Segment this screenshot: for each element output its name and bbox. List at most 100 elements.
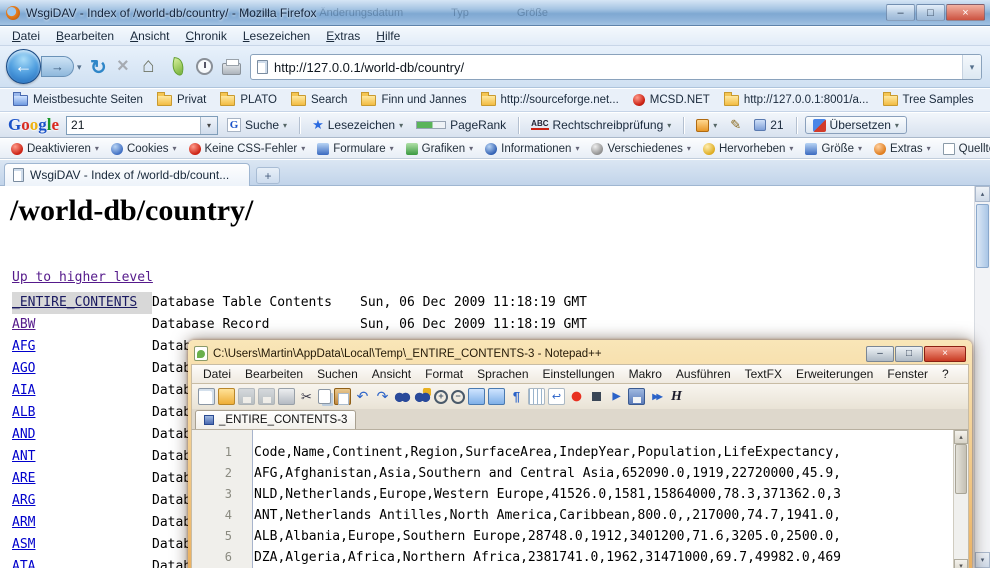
- print-icon[interactable]: [278, 388, 295, 405]
- minimize-button[interactable]: –: [866, 346, 894, 362]
- google-spellcheck-button[interactable]: ABC Rechtschreibprüfung ▾: [527, 117, 675, 133]
- editor-line[interactable]: 1Code,Name,Continent,Region,SurfaceArea,…: [192, 442, 968, 463]
- menu-item[interactable]: Fenster: [880, 366, 935, 382]
- bookmark-item[interactable]: Meistbesuchte Seiten: [6, 92, 150, 108]
- history-dropdown-icon[interactable]: ▾: [77, 62, 82, 73]
- play-macro-icon[interactable]: ▶: [608, 388, 625, 405]
- editor-area[interactable]: 1Code,Name,Continent,Region,SurfaceArea,…: [191, 430, 969, 568]
- google-search-box[interactable]: 21 ▾: [66, 116, 218, 135]
- webdev-menu-item[interactable]: Quelltext ▾: [937, 142, 990, 156]
- copy-icon[interactable]: [318, 389, 331, 404]
- webdev-menu-item[interactable]: Keine CSS-Fehler ▾: [183, 142, 312, 156]
- bookmark-item[interactable]: Finn und Jannes: [354, 92, 473, 108]
- new-tab-button[interactable]: +: [256, 167, 280, 184]
- up-to-higher-level-link[interactable]: Up to higher level: [12, 270, 153, 285]
- google-search-button[interactable]: G Suche ▾: [223, 117, 291, 133]
- bookmark-item[interactable]: PLATO: [213, 92, 284, 108]
- menu-item[interactable]: TextFX: [738, 366, 789, 382]
- scrollbar-thumb[interactable]: [955, 444, 967, 494]
- webdev-menu-item[interactable]: Formulare ▾: [311, 142, 399, 156]
- menu-item[interactable]: Einstellungen: [536, 366, 622, 382]
- forward-button[interactable]: →: [41, 56, 74, 77]
- webdev-menu-item[interactable]: Größe ▾: [799, 142, 868, 156]
- feather-addon-icon[interactable]: [170, 57, 185, 76]
- word-wrap-icon[interactable]: ↩: [548, 388, 565, 405]
- resource-link[interactable]: ARG: [12, 490, 152, 512]
- maximize-button[interactable]: □: [895, 346, 923, 362]
- line-text[interactable]: NLD,Netherlands,Europe,Western Europe,41…: [242, 484, 841, 505]
- record-macro-icon[interactable]: [568, 388, 585, 405]
- menu-item[interactable]: Chronik: [177, 28, 234, 44]
- menu-item[interactable]: Makro: [622, 366, 669, 382]
- document-tab[interactable]: _ENTIRE_CONTENTS-3: [195, 410, 356, 429]
- paste-icon[interactable]: [334, 388, 351, 405]
- scroll-down-icon[interactable]: ▾: [975, 552, 990, 568]
- bookmark-item[interactable]: http://sourceforge.net...: [474, 92, 626, 108]
- menu-item[interactable]: Datei: [4, 28, 48, 44]
- scroll-up-icon[interactable]: ▴: [975, 186, 990, 202]
- webdev-menu-item[interactable]: Verschiedenes ▾: [585, 142, 696, 156]
- menu-item[interactable]: Sprachen: [470, 366, 535, 382]
- menu-item[interactable]: Ausführen: [669, 366, 738, 382]
- replace-icon[interactable]: [414, 388, 431, 405]
- line-text[interactable]: ALB,Albania,Europe,Southern Europe,28748…: [242, 526, 841, 547]
- scroll-down-icon[interactable]: ▾: [954, 559, 968, 568]
- menu-item[interactable]: Hilfe: [368, 28, 408, 44]
- google-search-input[interactable]: 21: [67, 118, 200, 132]
- zoom-out-icon[interactable]: −: [451, 390, 465, 404]
- webdev-menu-item[interactable]: Informationen ▾: [479, 142, 585, 156]
- resource-link[interactable]: ARE: [12, 468, 152, 490]
- menu-item[interactable]: Datei: [196, 366, 238, 382]
- page-scrollbar[interactable]: ▴ ▾: [974, 186, 990, 568]
- google-pagerank-widget[interactable]: PageRank: [412, 117, 510, 133]
- line-text[interactable]: Code,Name,Continent,Region,SurfaceArea,I…: [242, 442, 841, 463]
- html-preview-icon[interactable]: H: [668, 388, 685, 405]
- resource-link[interactable]: AGO: [12, 358, 152, 380]
- scroll-up-icon[interactable]: ▴: [954, 430, 968, 444]
- line-text[interactable]: ANT,Netherlands Antilles,North America,C…: [242, 505, 841, 526]
- bookmark-item[interactable]: Tree Samples: [876, 92, 981, 108]
- show-all-chars-icon[interactable]: ¶: [508, 388, 525, 405]
- close-button[interactable]: ×: [946, 4, 985, 21]
- menu-item[interactable]: Ansicht: [365, 366, 418, 382]
- editor-line[interactable]: 5ALB,Albania,Europe,Southern Europe,2874…: [192, 526, 968, 547]
- menu-item[interactable]: Bearbeiten: [48, 28, 122, 44]
- minimize-button[interactable]: –: [886, 4, 915, 21]
- resource-link[interactable]: _ENTIRE_CONTENTS: [12, 292, 152, 314]
- open-folder-icon[interactable]: [218, 388, 235, 405]
- cut-icon[interactable]: ✂: [298, 388, 315, 405]
- home-icon[interactable]: ⌂: [142, 54, 155, 78]
- resource-link[interactable]: ANT: [12, 446, 152, 468]
- redo-icon[interactable]: ↷: [374, 388, 391, 405]
- active-tab[interactable]: WsgiDAV - Index of /world-db/count...: [4, 163, 250, 186]
- google-translate-button[interactable]: Übersetzen ▾: [805, 116, 907, 134]
- menu-item[interactable]: ?: [935, 366, 956, 382]
- editor-line[interactable]: 2AFG,Afghanistan,Asia,Southern and Centr…: [192, 463, 968, 484]
- clock-addon-icon[interactable]: [196, 58, 213, 75]
- resource-link[interactable]: ABW: [12, 314, 152, 336]
- stop-icon[interactable]: ×: [117, 55, 129, 78]
- refresh-icon[interactable]: ↻: [90, 55, 107, 80]
- webdev-menu-item[interactable]: Grafiken ▾: [400, 142, 479, 156]
- editor-scrollbar[interactable]: ▴ ▾: [953, 430, 968, 568]
- resource-link[interactable]: AFG: [12, 336, 152, 358]
- scrollbar-thumb[interactable]: [976, 204, 989, 268]
- resource-link[interactable]: AIA: [12, 380, 152, 402]
- indent-guide-icon[interactable]: [528, 388, 545, 405]
- google-gadget-button[interactable]: ▾: [692, 118, 721, 133]
- url-input[interactable]: http://127.0.0.1/world-db/country/: [274, 60, 962, 75]
- url-dropdown-button[interactable]: ▾: [962, 55, 981, 79]
- zoom-in-icon[interactable]: +: [434, 390, 448, 404]
- find-icon[interactable]: [394, 388, 411, 405]
- editor-line[interactable]: 6DZA,Algeria,Africa,Northern Africa,2381…: [192, 547, 968, 568]
- resource-link[interactable]: ASM: [12, 534, 152, 556]
- resource-link[interactable]: ATA: [12, 556, 152, 568]
- print-button-icon[interactable]: [222, 63, 241, 75]
- notepadpp-window[interactable]: C:\Users\Martin\AppData\Local\Temp\_ENTI…: [188, 340, 972, 568]
- sync-h-icon[interactable]: [488, 388, 505, 405]
- menu-item[interactable]: Bearbeiten: [238, 366, 310, 382]
- save-icon[interactable]: [238, 388, 255, 405]
- notepadpp-titlebar[interactable]: C:\Users\Martin\AppData\Local\Temp\_ENTI…: [191, 343, 969, 364]
- menu-item[interactable]: Erweiterungen: [789, 366, 880, 382]
- stop-macro-icon[interactable]: [588, 388, 605, 405]
